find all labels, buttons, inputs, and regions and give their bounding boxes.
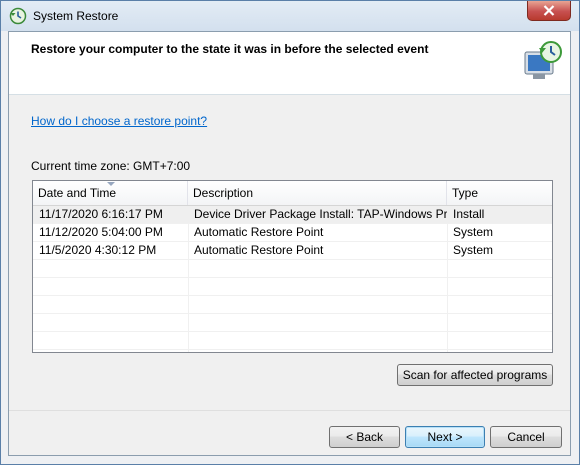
system-restore-large-icon — [524, 41, 562, 79]
dialog-client-area: Restore your computer to the state it wa… — [8, 31, 571, 456]
column-header-date[interactable]: Date and Time — [33, 181, 188, 205]
empty-row — [33, 260, 552, 278]
bottom-separator — [9, 410, 570, 411]
row-type: System — [453, 225, 494, 239]
sort-descending-icon — [107, 182, 115, 186]
table-row[interactable]: 11/17/2020 6:16:17 PM Device Driver Pack… — [33, 206, 552, 224]
help-choose-restore-point-link[interactable]: How do I choose a restore point? — [31, 114, 207, 128]
system-restore-window: System Restore Restore your computer to … — [0, 0, 580, 465]
cancel-button[interactable]: Cancel — [490, 426, 562, 448]
window-title: System Restore — [33, 9, 119, 23]
row-description: Automatic Restore Point — [194, 243, 324, 257]
empty-row — [33, 314, 552, 332]
table-row[interactable]: 11/12/2020 5:04:00 PM Automatic Restore … — [33, 224, 552, 242]
row-date: 11/17/2020 6:16:17 PM — [39, 207, 163, 221]
row-type: System — [453, 243, 494, 257]
next-button[interactable]: Next > — [405, 426, 485, 448]
column-header-date-label: Date and Time — [38, 186, 117, 200]
column-header-description-label: Description — [193, 186, 254, 200]
empty-row — [33, 296, 552, 314]
column-header-description[interactable]: Description — [188, 181, 447, 205]
column-header-type-label: Type — [452, 186, 479, 200]
list-rows: 11/17/2020 6:16:17 PM Device Driver Pack… — [33, 206, 552, 350]
row-type: Install — [453, 207, 485, 221]
close-icon — [543, 5, 555, 16]
system-restore-icon — [9, 7, 27, 25]
list-header: Date and Time Description Type — [33, 181, 552, 206]
row-date: 11/12/2020 5:04:00 PM — [39, 225, 163, 239]
column-header-type[interactable]: Type — [447, 181, 552, 205]
row-date: 11/5/2020 4:30:12 PM — [39, 243, 157, 257]
empty-row — [33, 278, 552, 296]
dialog-header: Restore your computer to the state it wa… — [9, 32, 570, 95]
header-instruction: Restore your computer to the state it wa… — [31, 42, 429, 56]
title-bar[interactable]: System Restore — [1, 1, 579, 31]
table-row[interactable]: 11/5/2020 4:30:12 PM Automatic Restore P… — [33, 242, 552, 260]
scan-affected-programs-button[interactable]: Scan for affected programs — [397, 364, 553, 386]
row-description: Device Driver Package Install: TAP-Windo… — [194, 207, 447, 221]
row-description: Automatic Restore Point — [194, 225, 324, 239]
timezone-label: Current time zone: GMT+7:00 — [31, 159, 191, 173]
back-button[interactable]: < Back — [329, 426, 400, 448]
restore-points-list[interactable]: Date and Time Description Type 11/17/202… — [32, 180, 553, 353]
empty-row — [33, 332, 552, 350]
close-button[interactable] — [527, 1, 571, 21]
